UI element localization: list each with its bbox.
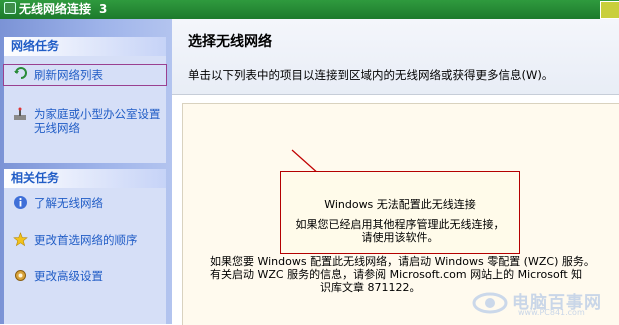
watermark-logo-icon	[472, 292, 508, 314]
error-message-line: 如果您已经启用其他程序管理此无线连接，	[295, 218, 505, 231]
error-message-box: Windows 无法配置此无线连接 如果您已经启用其他程序管理此无线连接， 请使…	[280, 171, 520, 254]
wzc-info-line: 有关启动 WZC 服务的信息，请参阅 Microsoft.com 网站上的 Mi…	[210, 268, 583, 281]
error-message-line: 请使用该软件。	[361, 231, 439, 244]
wzc-info-line: 如果您要 Windows 配置此无线网络，请启动 Windows 零配置 (WZ…	[210, 255, 595, 268]
watermark: 电脑百事网 www.PC841.com	[470, 287, 615, 319]
watermark-subtext: www.PC841.com	[518, 308, 585, 317]
error-message-text: 如果您已经启用其他程序管理此无线连接， 请使用该软件。	[281, 218, 519, 244]
error-message-title: Windows 无法配置此无线连接	[324, 198, 476, 211]
